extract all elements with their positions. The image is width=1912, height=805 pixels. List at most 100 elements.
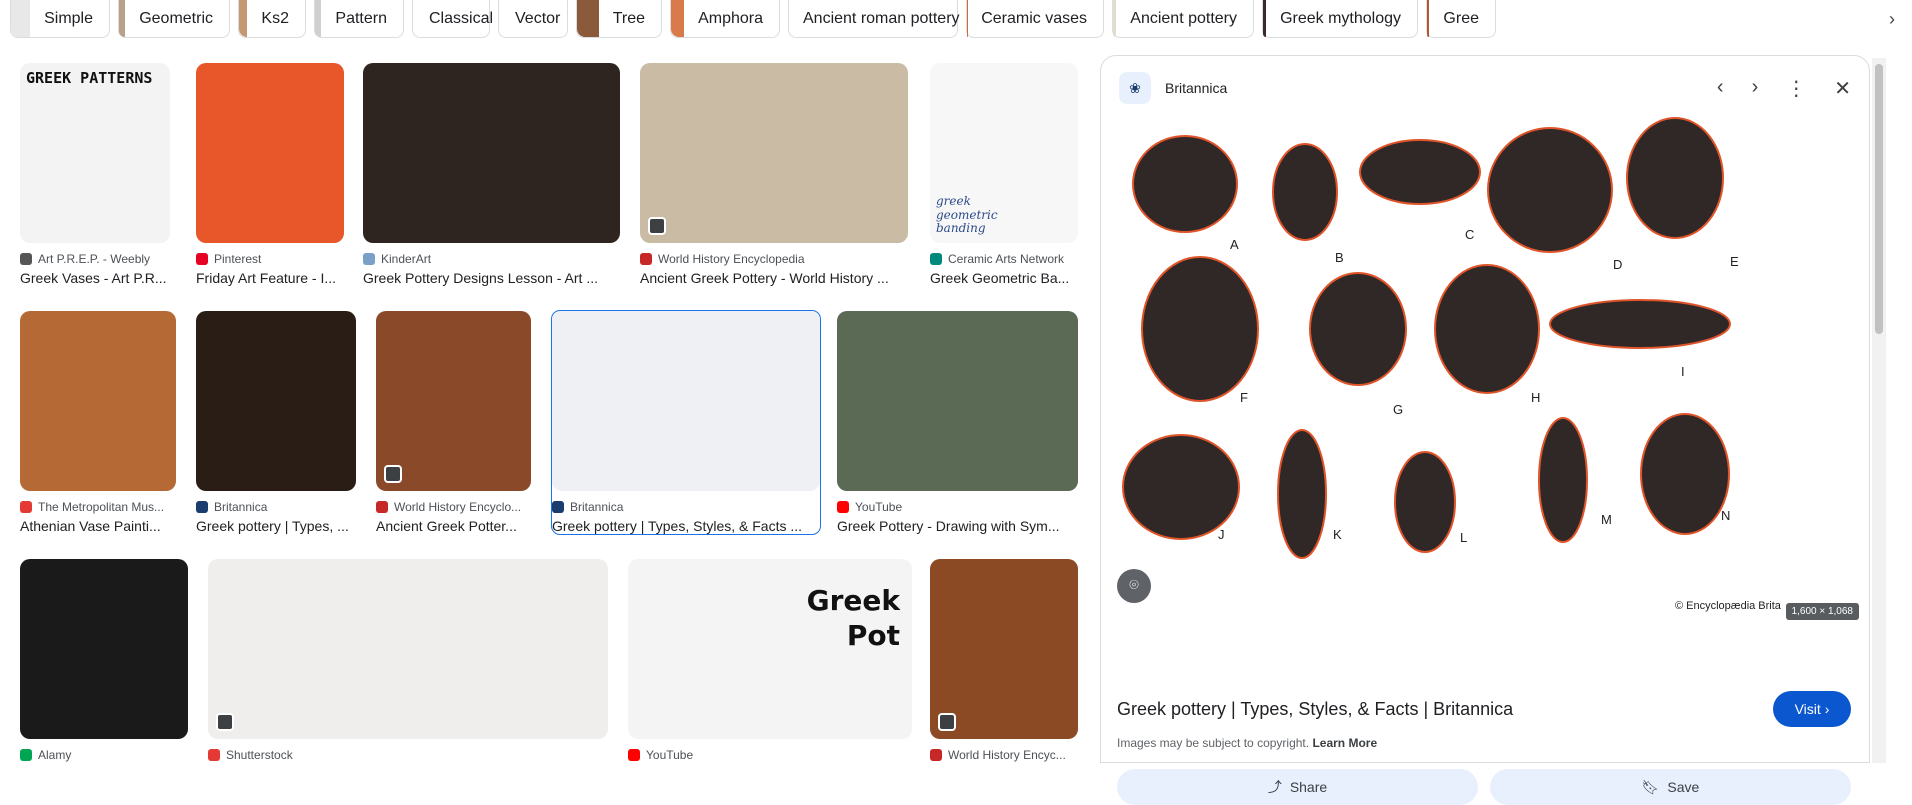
image-result-card[interactable]: World History Encyclo... Ancient Greek Po…	[376, 311, 531, 534]
vessel-letter: K	[1333, 527, 1342, 542]
scrollbar-thumb[interactable]	[1875, 64, 1883, 334]
chip-greek-mythology[interactable]: Greek mythology	[1262, 0, 1418, 38]
result-source[interactable]: KinderArt	[363, 252, 620, 266]
panel-title[interactable]: Greek pottery | Types, Styles, & Facts |…	[1117, 699, 1513, 720]
vessel-letter: J	[1218, 527, 1225, 542]
result-source[interactable]: Art P.R.E.P. - Weebly	[20, 252, 170, 266]
chip-label: Ancient pottery	[1130, 10, 1237, 28]
visit-button[interactable]: Visit ›	[1773, 691, 1851, 727]
result-thumbnail[interactable]: greek geometric banding	[930, 63, 1078, 243]
result-title[interactable]: Athenian Vase Painti...	[20, 518, 176, 534]
result-thumbnail[interactable]	[196, 63, 344, 243]
vessel-letter: H	[1531, 390, 1540, 405]
source-name: Alamy	[38, 748, 71, 762]
result-thumbnail[interactable]	[376, 311, 531, 491]
result-thumbnail[interactable]	[208, 559, 608, 739]
scrollbar[interactable]	[1872, 58, 1886, 763]
chevron-right-icon[interactable]: ›	[1872, 0, 1912, 38]
image-result-card[interactable]: greek geometric banding Ceramic Arts Netw…	[930, 63, 1078, 286]
image-dimensions: 1,600 × 1,068	[1786, 603, 1859, 620]
chip-simple[interactable]: Simple	[10, 0, 110, 38]
image-result-card[interactable]: Shutterstock	[208, 559, 608, 762]
result-title[interactable]: Greek Pottery - Drawing with Sym...	[837, 518, 1078, 534]
favicon-icon	[376, 501, 388, 513]
chip-ks2[interactable]: Ks2	[238, 0, 306, 38]
result-thumbnail[interactable]	[196, 311, 356, 491]
panel-site-name[interactable]: Britannica	[1165, 80, 1227, 96]
image-result-card[interactable]: World History Encyc...	[930, 559, 1078, 762]
chip-geometric[interactable]: Geometric	[118, 0, 230, 38]
preview-image[interactable]: ABCDEFGHIJKLMN© Encyclopædia Brita	[1115, 114, 1857, 614]
result-thumbnail[interactable]	[20, 559, 188, 739]
result-title[interactable]: Greek Pottery Designs Lesson - Art ...	[363, 270, 620, 286]
result-source[interactable]: Shutterstock	[208, 748, 608, 762]
result-title[interactable]: Greek Vases - Art P.R...	[20, 270, 170, 286]
chip-amphora[interactable]: Amphora	[670, 0, 780, 38]
image-result-card[interactable]: Britannica Greek pottery | Types, Styles,…	[552, 311, 820, 534]
result-thumbnail[interactable]	[837, 311, 1078, 491]
result-source[interactable]: World History Encyclo...	[376, 500, 531, 514]
chip-thumbnail	[315, 0, 321, 37]
result-source[interactable]: World History Encyclopedia	[640, 252, 908, 266]
image-result-card[interactable]: GREEK PATTERNS Art P.R.E.P. - Weebly Greek…	[20, 63, 170, 286]
image-preview-panel: ❀ Britannica ‹ › ⋮ ✕ ABCDEFGHIJKLMN© Enc…	[1100, 55, 1870, 763]
chip-label: Amphora	[698, 10, 763, 28]
result-thumbnail[interactable]	[930, 559, 1078, 739]
gallery-badge-icon	[938, 713, 956, 731]
chip-ceramic-vases[interactable]: Ceramic vases	[966, 0, 1104, 38]
result-title[interactable]: Ancient Greek Potter...	[376, 518, 531, 534]
image-result-card[interactable]: The Metropolitan Mus... Athenian Vase Pai…	[20, 311, 176, 534]
related-search-chips: SimpleGeometricKs2PatternClassicalVector…	[0, 0, 1890, 38]
source-name: YouTube	[855, 500, 902, 514]
chip-ancient-pottery[interactable]: Ancient pottery	[1112, 0, 1254, 38]
result-title[interactable]: Greek pottery | Types, Styles, & Facts .…	[552, 518, 820, 534]
previous-icon[interactable]: ‹	[1717, 76, 1724, 101]
chip-tree[interactable]: Tree	[576, 0, 662, 38]
save-button[interactable]: 🔖︎ Save	[1490, 769, 1851, 805]
close-icon[interactable]: ✕	[1834, 76, 1851, 101]
image-result-card[interactable]: World History Encyclopedia Ancient Greek …	[640, 63, 908, 286]
chip-label: Gree	[1443, 10, 1479, 28]
chip-gree[interactable]: Gree	[1426, 0, 1496, 38]
result-source[interactable]: Pinterest	[196, 252, 344, 266]
result-thumbnail[interactable]: GREEK PATTERNS	[20, 63, 170, 243]
chip-ancient-roman-pottery[interactable]: Ancient roman pottery	[788, 0, 958, 38]
result-source[interactable]: YouTube	[628, 748, 912, 762]
image-result-card[interactable]: Pinterest Friday Art Feature - I...	[196, 63, 344, 286]
image-result-card[interactable]: KinderArt Greek Pottery Designs Lesson - …	[363, 63, 620, 286]
chip-classical[interactable]: Classical	[412, 0, 490, 38]
learn-more-link[interactable]: Learn More	[1312, 736, 1377, 750]
image-result-card[interactable]: Alamy	[20, 559, 188, 762]
next-icon[interactable]: ›	[1752, 76, 1759, 101]
result-thumbnail[interactable]: Greek Pot	[628, 559, 912, 739]
result-source[interactable]: Britannica	[552, 500, 820, 514]
share-button[interactable]: ⤴ Share	[1117, 769, 1478, 805]
image-result-card[interactable]: YouTube Greek Pottery - Drawing with Sym.…	[837, 311, 1078, 534]
result-source[interactable]: Ceramic Arts Network	[930, 252, 1078, 266]
result-title[interactable]: Greek pottery | Types, ...	[196, 518, 356, 534]
result-source[interactable]: The Metropolitan Mus...	[20, 500, 176, 514]
result-thumbnail[interactable]	[363, 63, 620, 243]
chip-pattern[interactable]: Pattern	[314, 0, 404, 38]
lens-search-icon[interactable]: ⌾	[1117, 569, 1151, 603]
result-thumbnail[interactable]	[552, 311, 820, 491]
favicon-icon	[20, 253, 32, 265]
image-result-card[interactable]: Greek Pot YouTube	[628, 559, 912, 762]
result-title[interactable]: Friday Art Feature - I...	[196, 270, 344, 286]
result-source[interactable]: Britannica	[196, 500, 356, 514]
favicon-icon	[363, 253, 375, 265]
result-title[interactable]: Greek Geometric Ba...	[930, 270, 1078, 286]
panel-header: ❀ Britannica ‹ › ⋮ ✕	[1119, 70, 1851, 106]
result-source[interactable]: World History Encyc...	[930, 748, 1078, 762]
result-thumbnail[interactable]	[20, 311, 176, 491]
image-result-card[interactable]: Britannica Greek pottery | Types, ...	[196, 311, 356, 534]
result-source[interactable]: Alamy	[20, 748, 188, 762]
result-title[interactable]: Ancient Greek Pottery - World History ..…	[640, 270, 908, 286]
image-credit: © Encyclopædia Brita	[1675, 600, 1782, 612]
chip-vector[interactable]: Vector	[498, 0, 568, 38]
more-options-icon[interactable]: ⋮	[1786, 76, 1806, 101]
result-thumbnail[interactable]	[640, 63, 908, 243]
chip-thumbnail	[671, 0, 684, 37]
result-source[interactable]: YouTube	[837, 500, 1078, 514]
gallery-badge-icon	[384, 465, 402, 483]
